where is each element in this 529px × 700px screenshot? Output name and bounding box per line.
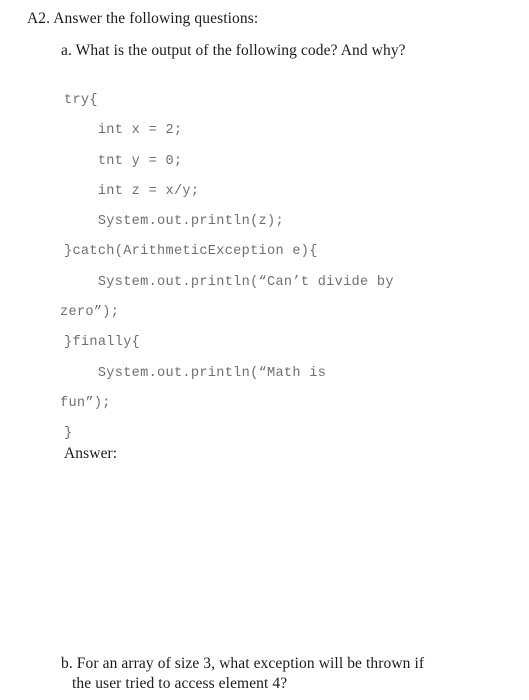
code-line: zero”); [60, 305, 120, 321]
code-line: tnt y = 0; [64, 153, 183, 169]
question-b-line-1: b. For an array of size 3, what exceptio… [61, 655, 425, 672]
page-title: A2. Answer the following questions: [27, 10, 259, 27]
code-line: fun”); [60, 395, 111, 411]
question-b-prompt: b. For an array of size 3, what exceptio… [61, 654, 491, 693]
code-line: try{ [64, 93, 98, 108]
java-code-block: try{ int x = 2; tnt y = 0; int z = x/y; … [60, 86, 484, 450]
question-a-prompt: a. What is the output of the following c… [61, 42, 406, 59]
code-line: } [64, 426, 73, 442]
code-line: int x = 2; [64, 123, 183, 139]
answer-label: Answer: [64, 445, 118, 462]
code-line: System.out.println(“Math is [64, 365, 327, 381]
code-line: }finally{ [64, 335, 141, 351]
document-page: A2. Answer the following questions: a. W… [0, 0, 529, 700]
code-line: int z = x/y; [64, 183, 200, 199]
vertical-scrollbar-track[interactable] [515, 0, 529, 700]
code-line: System.out.println(z); [64, 214, 284, 230]
code-line: }catch(ArithmeticException e){ [64, 244, 318, 260]
code-line: System.out.println(“Can’t divide by [64, 274, 394, 290]
question-b-line-2: the user tried to access element 4? [72, 674, 288, 692]
